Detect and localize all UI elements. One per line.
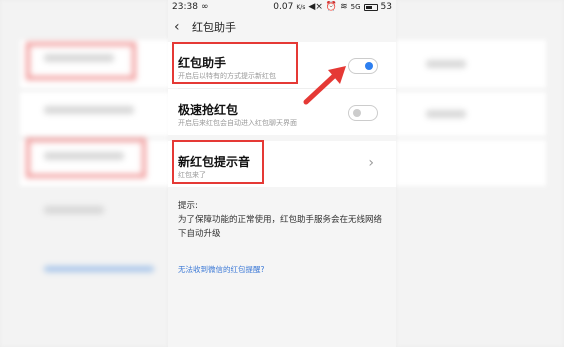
ghost-text (44, 106, 134, 114)
status-bar: 23:38 ∞ 0.07 K/s ◀× ⏰ ≋ 5G 53 (168, 0, 396, 14)
red-packet-assistant-toggle[interactable] (348, 58, 378, 74)
hint-label: 提示: (178, 201, 198, 211)
help-link[interactable]: 无法收到微信的红包提醒? (178, 264, 264, 275)
loop-icon: ∞ (200, 2, 209, 12)
header-bar: ‹ 红包助手 (168, 14, 396, 40)
toggle-knob (365, 62, 373, 70)
signal-icon: 5G (350, 3, 361, 11)
blurred-background-left (0, 0, 170, 347)
battery-icon (363, 3, 378, 11)
ghost-link (44, 266, 154, 272)
ghost-row (396, 92, 546, 136)
network-speed: 0.07 (273, 2, 294, 12)
chevron-right-icon: › (368, 155, 374, 171)
annotation-box (172, 140, 264, 184)
mute-icon: ◀× (308, 2, 323, 12)
page-title: 红包助手 (192, 21, 236, 34)
fast-grab-toggle[interactable] (348, 105, 378, 121)
ghost-text (44, 54, 114, 62)
ghost-row (396, 40, 546, 88)
setting-row-fast-grab[interactable]: 极速抢红包 开启后来红包会自动进入红包聊天界面 (168, 89, 396, 135)
annotation-arrow-icon (303, 66, 346, 105)
status-right: 0.07 K/s ◀× ⏰ ≋ 5G 53 (273, 2, 392, 12)
hint-text: 为了保障功能的正常使用，红包助手服务会在无线网络下自动升级 (178, 215, 383, 239)
phone-screen: 23:38 ∞ 0.07 K/s ◀× ⏰ ≋ 5G 53 ‹ 红包助手 红包助… (168, 0, 396, 347)
wifi-icon: ≋ (340, 2, 348, 12)
battery-level: 53 (380, 2, 392, 12)
ghost-text (426, 110, 466, 118)
ghost-text (44, 152, 124, 160)
ghost-text (426, 60, 466, 68)
ghost-text (44, 206, 104, 214)
status-left: 23:38 ∞ (172, 2, 208, 12)
toggle-knob (353, 109, 361, 117)
annotation-box (172, 42, 298, 84)
chevron-left-icon[interactable]: ‹ (174, 19, 192, 35)
alarm-icon: ⏰ (325, 2, 338, 12)
ghost-row (396, 140, 546, 186)
setting-title: 极速抢红包 (178, 103, 239, 117)
status-time: 23:38 (172, 2, 198, 12)
network-speed-unit: K/s (296, 3, 306, 11)
ghost-row (20, 92, 170, 136)
blurred-background-right (396, 0, 564, 347)
setting-subtitle: 开启后来红包会自动进入红包聊天界面 (178, 119, 297, 127)
